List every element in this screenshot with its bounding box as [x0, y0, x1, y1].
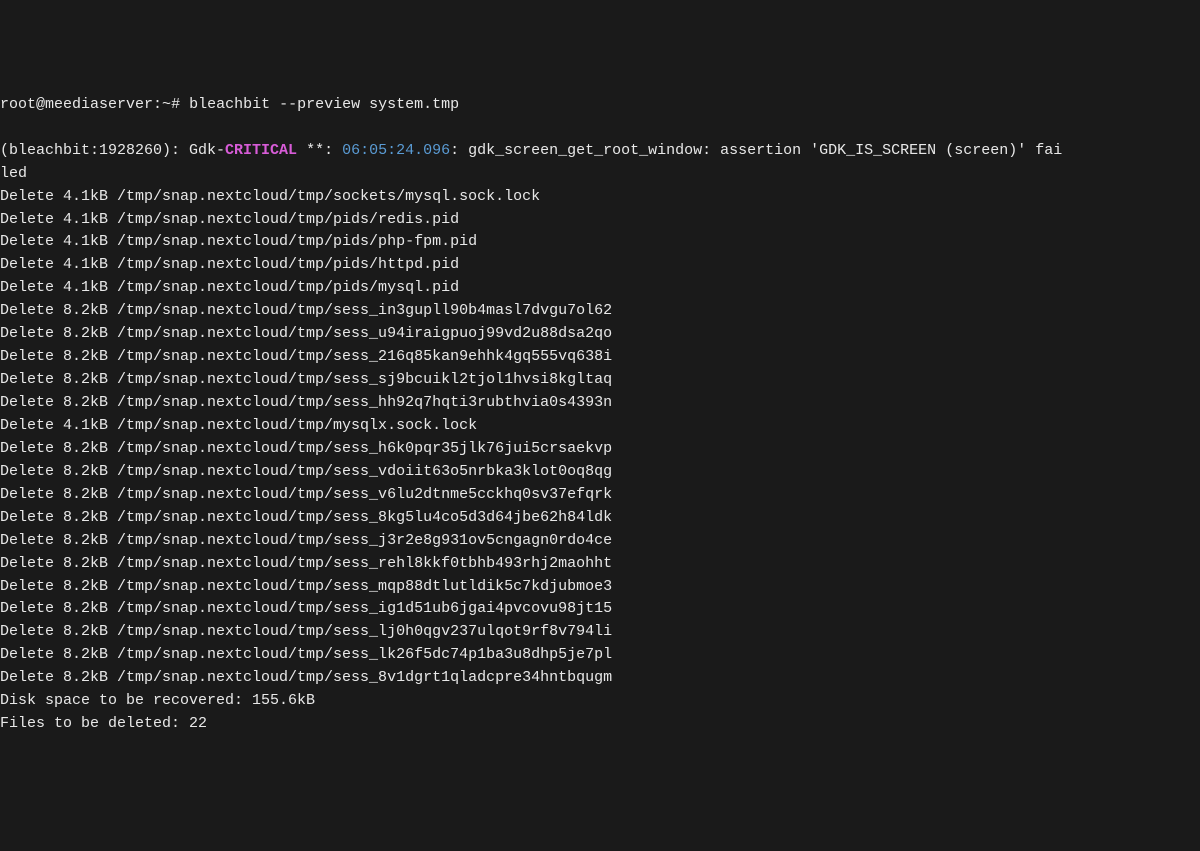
error-line: (bleachbit:1928260): Gdk-CRITICAL **: 06… — [0, 140, 1200, 163]
deletion-line: Delete 4.1kB /tmp/snap.nextcloud/tmp/pid… — [0, 277, 1200, 300]
deletion-line: Delete 8.2kB /tmp/snap.nextcloud/tmp/ses… — [0, 323, 1200, 346]
deletion-line: Delete 4.1kB /tmp/snap.nextcloud/tmp/mys… — [0, 415, 1200, 438]
files-label: Files to be deleted: — [0, 715, 189, 732]
summary-files: Files to be deleted: 22 — [0, 713, 1200, 736]
error-timestamp: 06:05:24.096 — [342, 142, 450, 159]
deletion-line: Delete 4.1kB /tmp/snap.nextcloud/tmp/soc… — [0, 186, 1200, 209]
error-prefix: (bleachbit:1928260): Gdk- — [0, 142, 225, 159]
command-text: bleachbit --preview system.tmp — [189, 96, 459, 113]
deletion-line: Delete 8.2kB /tmp/snap.nextcloud/tmp/ses… — [0, 553, 1200, 576]
deletion-line: Delete 8.2kB /tmp/snap.nextcloud/tmp/ses… — [0, 598, 1200, 621]
deletion-line: Delete 8.2kB /tmp/snap.nextcloud/tmp/ses… — [0, 461, 1200, 484]
deletion-line: Delete 8.2kB /tmp/snap.nextcloud/tmp/ses… — [0, 530, 1200, 553]
prompt-path: ~ — [162, 96, 171, 113]
deletion-list: Delete 4.1kB /tmp/snap.nextcloud/tmp/soc… — [0, 186, 1200, 691]
deletion-line: Delete 8.2kB /tmp/snap.nextcloud/tmp/ses… — [0, 346, 1200, 369]
files-value: 22 — [189, 715, 207, 732]
error-continuation: led — [0, 163, 1200, 186]
deletion-line: Delete 8.2kB /tmp/snap.nextcloud/tmp/ses… — [0, 484, 1200, 507]
error-level: CRITICAL — [225, 142, 297, 159]
deletion-line: Delete 8.2kB /tmp/snap.nextcloud/tmp/ses… — [0, 300, 1200, 323]
deletion-line: Delete 8.2kB /tmp/snap.nextcloud/tmp/ses… — [0, 667, 1200, 690]
deletion-line: Delete 8.2kB /tmp/snap.nextcloud/tmp/ses… — [0, 507, 1200, 530]
deletion-line: Delete 4.1kB /tmp/snap.nextcloud/tmp/pid… — [0, 254, 1200, 277]
deletion-line: Delete 8.2kB /tmp/snap.nextcloud/tmp/ses… — [0, 644, 1200, 667]
deletion-line: Delete 8.2kB /tmp/snap.nextcloud/tmp/ses… — [0, 392, 1200, 415]
terminal-output[interactable]: root@meediaserver:~# bleachbit --preview… — [0, 94, 1200, 736]
deletion-line: Delete 8.2kB /tmp/snap.nextcloud/tmp/ses… — [0, 621, 1200, 644]
deletion-line: Delete 4.1kB /tmp/snap.nextcloud/tmp/pid… — [0, 209, 1200, 232]
deletion-line: Delete 8.2kB /tmp/snap.nextcloud/tmp/ses… — [0, 369, 1200, 392]
deletion-line: Delete 4.1kB /tmp/snap.nextcloud/tmp/pid… — [0, 231, 1200, 254]
error-stars: **: — [297, 142, 342, 159]
deletion-line: Delete 8.2kB /tmp/snap.nextcloud/tmp/ses… — [0, 438, 1200, 461]
disk-space-value: 155.6kB — [252, 692, 315, 709]
summary-disk: Disk space to be recovered: 155.6kB — [0, 690, 1200, 713]
prompt-line: root@meediaserver:~# bleachbit --preview… — [0, 94, 1200, 117]
error-message: : gdk_screen_get_root_window: assertion … — [450, 142, 1062, 159]
deletion-line: Delete 8.2kB /tmp/snap.nextcloud/tmp/ses… — [0, 576, 1200, 599]
prompt-symbol: # — [171, 96, 180, 113]
prompt-user-host: root@meediaserver — [0, 96, 153, 113]
disk-space-label: Disk space to be recovered: — [0, 692, 252, 709]
